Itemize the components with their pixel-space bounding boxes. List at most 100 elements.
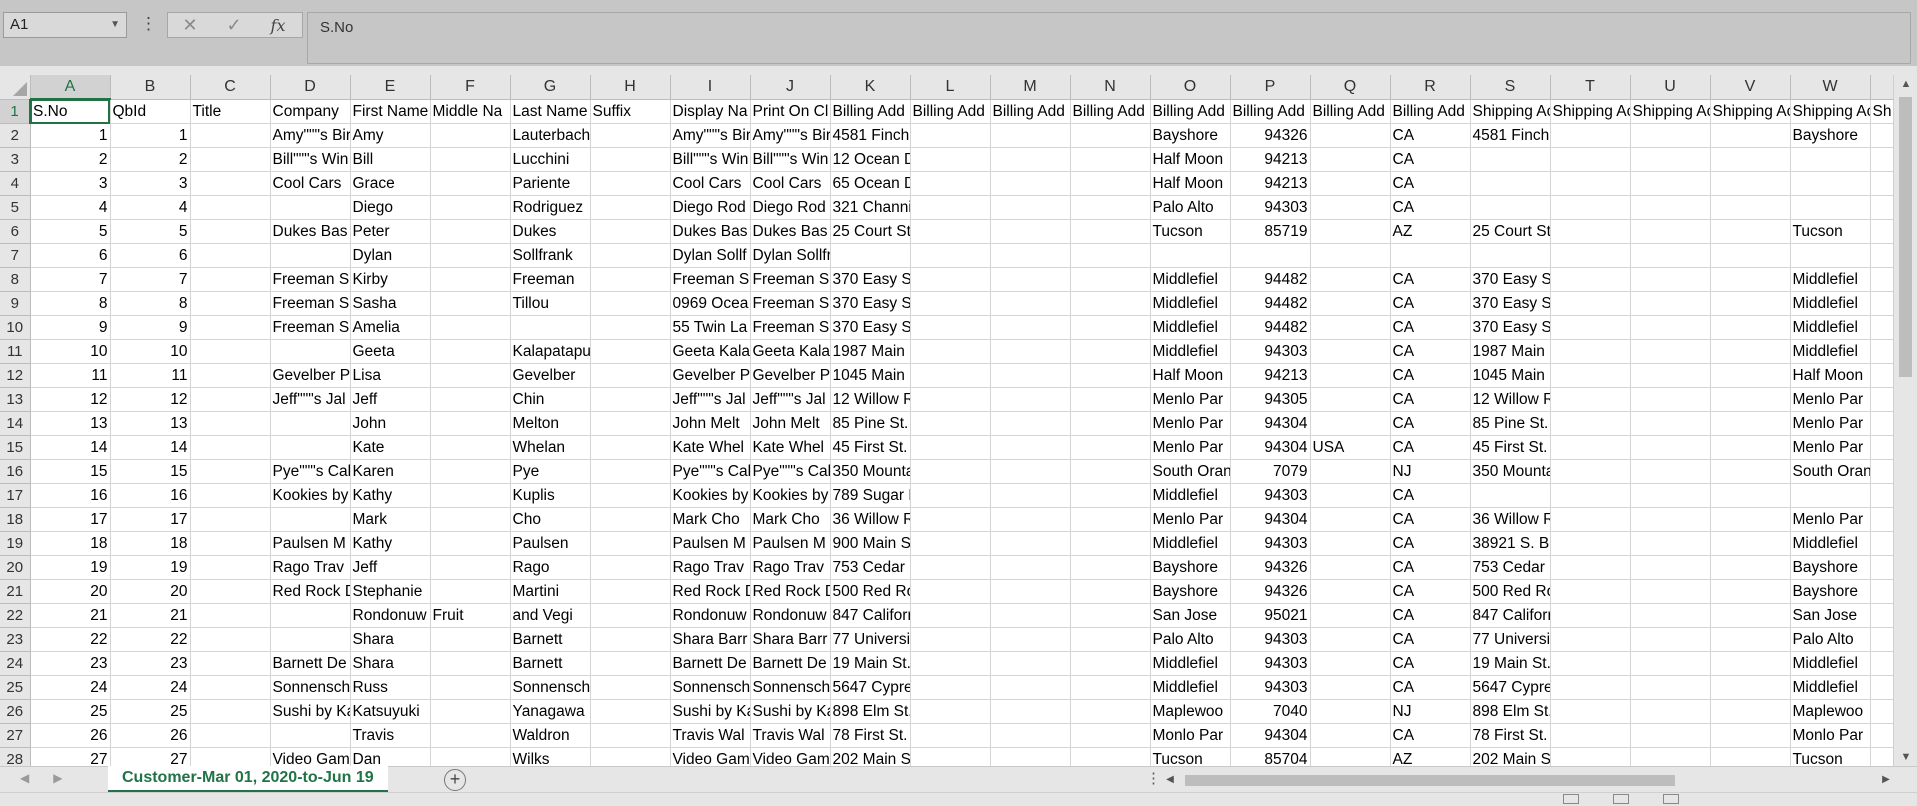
cell[interactable] (1550, 291, 1631, 316)
cell[interactable] (1070, 147, 1151, 172)
cell[interactable]: CA (1390, 291, 1471, 316)
cell[interactable]: 12 (110, 387, 191, 412)
cell[interactable]: Middlefiel (1790, 267, 1871, 292)
cell[interactable]: 789 Sugar Lane (830, 483, 911, 508)
cell[interactable]: Dylan Sollf (670, 243, 751, 268)
cell[interactable]: Middlefiel (1790, 291, 1871, 316)
cell[interactable] (1630, 243, 1711, 268)
cell[interactable]: Freeman S (750, 315, 831, 340)
cell[interactable]: 898 Elm St. (830, 699, 911, 724)
cell[interactable]: CA (1390, 411, 1471, 436)
cell[interactable] (990, 363, 1071, 388)
cell[interactable] (1790, 483, 1871, 508)
cell[interactable] (190, 699, 271, 724)
cell[interactable]: CA (1390, 483, 1471, 508)
cell[interactable] (990, 579, 1071, 604)
cell[interactable]: 370 Easy St. (1470, 267, 1551, 292)
cell[interactable]: Martini (510, 579, 591, 604)
cell[interactable]: 2 (30, 147, 111, 172)
cell[interactable] (590, 555, 671, 580)
cell[interactable] (190, 531, 271, 556)
cell[interactable]: AZ (1390, 219, 1471, 244)
cell[interactable]: San Jose (1150, 603, 1231, 628)
name-box[interactable]: A1 ▼ (3, 12, 127, 38)
cell[interactable] (1070, 507, 1151, 532)
cell[interactable] (1070, 675, 1151, 700)
cell[interactable] (910, 531, 991, 556)
cell[interactable] (1550, 411, 1631, 436)
cell[interactable] (1870, 651, 1893, 676)
cell[interactable]: 94304 (1230, 723, 1311, 748)
cell[interactable]: Sh (1870, 99, 1893, 124)
cell[interactable] (590, 411, 671, 436)
cell[interactable]: Middlefiel (1150, 315, 1231, 340)
tab-options-icon[interactable]: ⋮ (1146, 769, 1161, 787)
cell[interactable] (990, 675, 1071, 700)
cell[interactable]: Kuplis (510, 483, 591, 508)
cell[interactable]: 65 Ocean Dr. (830, 171, 911, 196)
cell[interactable] (1630, 387, 1711, 412)
cell[interactable]: 94304 (1230, 411, 1311, 436)
cell[interactable]: Menlo Par (1150, 411, 1231, 436)
cell[interactable] (990, 339, 1071, 364)
cell[interactable] (270, 195, 351, 220)
cell[interactable]: Print On Cl (750, 99, 831, 124)
cell[interactable]: Yanagawa (510, 699, 591, 724)
cell[interactable] (1710, 171, 1791, 196)
cell[interactable]: 7079 (1230, 459, 1311, 484)
cell[interactable]: Middlefiel (1150, 267, 1231, 292)
cell[interactable]: Amelia (350, 315, 431, 340)
cell[interactable]: 14 (30, 435, 111, 460)
cell[interactable] (270, 435, 351, 460)
cell[interactable]: Cool Cars (750, 171, 831, 196)
cell[interactable]: 370 Easy St. (1470, 291, 1551, 316)
cell[interactable]: Paulsen (510, 531, 591, 556)
cell[interactable]: 94303 (1230, 483, 1311, 508)
cell[interactable] (1710, 219, 1791, 244)
cell[interactable] (990, 315, 1071, 340)
cell[interactable]: 11 (30, 363, 111, 388)
cell[interactable] (990, 147, 1071, 172)
column-header[interactable]: D (270, 75, 351, 100)
cell[interactable]: 370 Easy St. (1470, 315, 1551, 340)
cell[interactable]: Gevelber P (270, 363, 351, 388)
cell[interactable]: 12 Willow Rd. (1470, 387, 1551, 412)
cell[interactable] (430, 435, 511, 460)
cell[interactable]: Sollfrank (510, 243, 591, 268)
cell[interactable]: Travis Wal (750, 723, 831, 748)
cell[interactable] (1310, 387, 1391, 412)
cell[interactable]: 6 (30, 243, 111, 268)
cell[interactable] (990, 243, 1071, 268)
cell[interactable]: Menlo Par (1790, 507, 1871, 532)
cell[interactable]: Menlo Par (1790, 387, 1871, 412)
cell[interactable] (1710, 195, 1791, 220)
cell[interactable] (1550, 435, 1631, 460)
cell[interactable]: Suffix (590, 99, 671, 124)
cell[interactable]: CA (1390, 123, 1471, 148)
cell[interactable] (190, 747, 271, 766)
cell[interactable]: Shipping Ac (1790, 99, 1871, 124)
column-header[interactable]: X (1870, 75, 1893, 100)
cell[interactable] (1630, 435, 1711, 460)
cell[interactable]: 24 (30, 675, 111, 700)
cell[interactable] (1870, 147, 1893, 172)
cell[interactable]: Barnett De (270, 651, 351, 676)
cell[interactable] (590, 387, 671, 412)
cell[interactable]: 15 (110, 459, 191, 484)
cell[interactable] (1710, 291, 1791, 316)
cell[interactable] (1310, 363, 1391, 388)
cell[interactable] (190, 315, 271, 340)
cell[interactable]: 21 (110, 603, 191, 628)
cell[interactable]: Sonnensch (670, 675, 751, 700)
cell[interactable] (1550, 603, 1631, 628)
cell[interactable]: 24 (110, 675, 191, 700)
cell[interactable]: Diego (350, 195, 431, 220)
cell[interactable]: Video Gam (750, 747, 831, 766)
cell[interactable] (270, 411, 351, 436)
cell[interactable]: 7040 (1230, 699, 1311, 724)
more-options-icon[interactable]: ⋮ (140, 12, 157, 38)
cell[interactable]: 78 First St. (830, 723, 911, 748)
cell[interactable]: Jeff"""s Jal (270, 387, 351, 412)
cell[interactable]: 19 Main St. (830, 651, 911, 676)
cell[interactable]: Freeman S (270, 291, 351, 316)
